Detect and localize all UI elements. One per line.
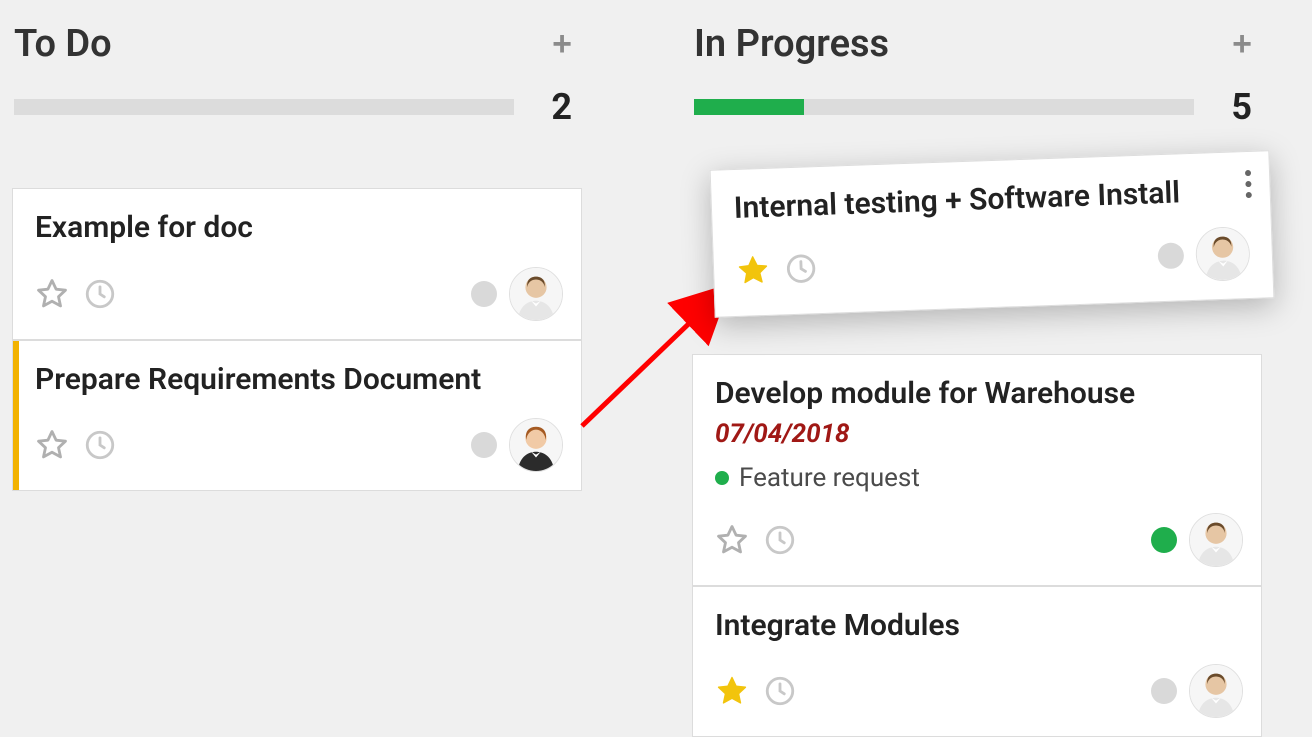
tag-dot xyxy=(715,471,729,485)
card-list: Develop module for Warehouse 07/04/2018 … xyxy=(692,354,1262,737)
card-footer xyxy=(35,267,563,321)
kanban-board: To Do + 2 Example for doc xyxy=(0,0,1312,737)
avatar[interactable] xyxy=(509,418,563,472)
card-date: 07/04/2018 xyxy=(715,419,1243,449)
status-dot xyxy=(1157,242,1184,269)
card-footer xyxy=(735,226,1251,298)
card-tag: Feature request xyxy=(715,463,1243,493)
status-dot xyxy=(471,281,497,307)
column-progress-row: 5 xyxy=(692,74,1262,142)
star-icon[interactable] xyxy=(35,277,69,311)
card-title: Integrate Modules xyxy=(715,607,1243,645)
star-icon[interactable] xyxy=(736,252,771,287)
column-progress-fill xyxy=(694,99,804,115)
avatar[interactable] xyxy=(1189,664,1243,718)
add-card-button[interactable]: + xyxy=(1232,27,1252,61)
column-progress-row: 2 xyxy=(12,74,582,142)
card-footer xyxy=(35,418,563,472)
kebab-icon[interactable] xyxy=(1241,166,1256,202)
avatar[interactable] xyxy=(509,267,563,321)
task-card[interactable]: Develop module for Warehouse 07/04/2018 … xyxy=(692,354,1262,586)
avatar[interactable] xyxy=(1195,226,1251,282)
column-count: 2 xyxy=(542,86,572,128)
card-title: Prepare Requirements Document xyxy=(35,361,563,399)
star-icon[interactable] xyxy=(35,428,69,462)
card-footer xyxy=(715,664,1243,718)
status-dot xyxy=(1151,678,1177,704)
dragged-card[interactable]: Internal testing + Software Install xyxy=(710,150,1275,317)
tag-label: Feature request xyxy=(739,463,920,493)
card-title: Internal testing + Software Install xyxy=(733,172,1248,227)
column-progress-bar xyxy=(14,99,514,115)
card-title: Example for doc xyxy=(35,209,563,247)
card-footer xyxy=(715,513,1243,567)
column-title: In Progress xyxy=(694,22,889,66)
status-dot xyxy=(471,432,497,458)
task-card[interactable]: Integrate Modules xyxy=(692,586,1262,737)
column-inprogress: In Progress + 5 Develop module for Wareh… xyxy=(692,0,1262,737)
clock-icon[interactable] xyxy=(763,523,797,557)
column-count: 5 xyxy=(1222,86,1252,128)
task-card[interactable]: Prepare Requirements Document xyxy=(12,340,582,492)
avatar[interactable] xyxy=(1189,513,1243,567)
column-progress-bar xyxy=(694,99,1194,115)
column-title: To Do xyxy=(14,22,112,66)
status-dot xyxy=(1151,527,1177,553)
clock-icon[interactable] xyxy=(784,251,819,286)
column-header: To Do + xyxy=(12,0,582,74)
clock-icon[interactable] xyxy=(83,277,117,311)
clock-icon[interactable] xyxy=(83,428,117,462)
card-title: Develop module for Warehouse xyxy=(715,375,1243,413)
plus-icon: + xyxy=(1232,25,1252,63)
card-list: Example for doc Prepare Requirements Doc… xyxy=(12,188,582,491)
star-icon[interactable] xyxy=(715,674,749,708)
add-card-button[interactable]: + xyxy=(552,27,572,61)
column-todo: To Do + 2 Example for doc xyxy=(12,0,582,737)
task-card[interactable]: Example for doc xyxy=(12,188,582,340)
plus-icon: + xyxy=(552,25,572,63)
clock-icon[interactable] xyxy=(763,674,797,708)
column-header: In Progress + xyxy=(692,0,1262,74)
star-icon[interactable] xyxy=(715,523,749,557)
